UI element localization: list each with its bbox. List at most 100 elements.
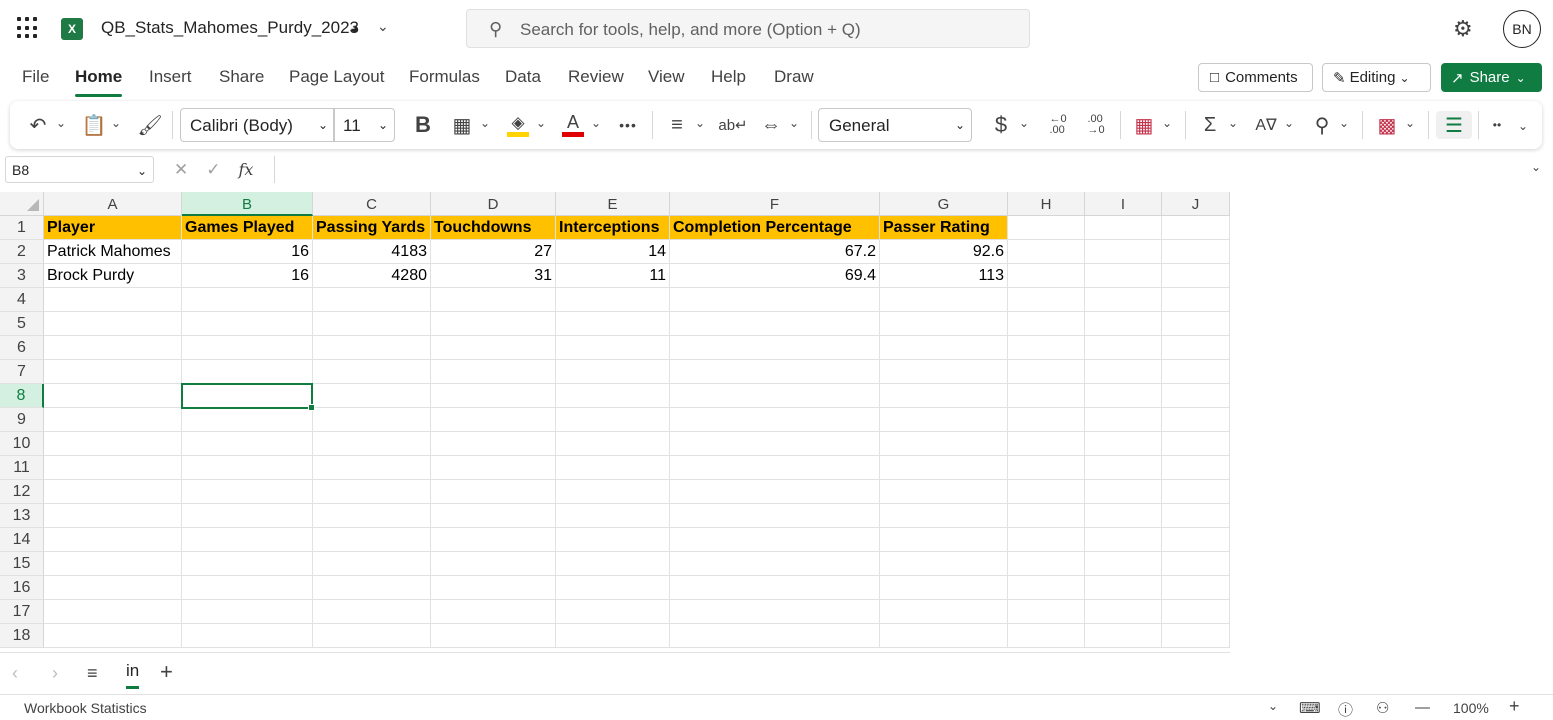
ribbon-collapse-chevron-icon[interactable]: ⌄ [1518,119,1528,133]
cell-j15[interactable] [1162,552,1230,576]
cancel-x-icon[interactable]: ✕ [174,160,188,180]
cell-j5[interactable] [1162,312,1230,336]
cell-i5[interactable] [1085,312,1162,336]
cell-i9[interactable] [1085,408,1162,432]
borders-icon[interactable]: ▦ [450,111,474,139]
cell-j14[interactable] [1162,528,1230,552]
cell-c14[interactable] [313,528,431,552]
tab-insert[interactable]: Insert [149,67,192,87]
cell-f15[interactable] [670,552,880,576]
cell-g3[interactable]: 113 [880,264,1008,288]
chevron-down-icon[interactable]: ⌄ [1405,116,1415,130]
cell-j17[interactable] [1162,600,1230,624]
column-header-d[interactable]: D [431,192,556,216]
cell-d5[interactable] [431,312,556,336]
fill-color-icon[interactable]: ◈ [506,111,530,139]
cell-c10[interactable] [313,432,431,456]
tab-view[interactable]: View [648,67,685,87]
row-header-14[interactable]: 14 [0,528,44,552]
row-header-8[interactable]: 8 [0,384,44,408]
all-sheets-menu-icon[interactable]: ≡ [87,663,98,684]
tab-formulas[interactable]: Formulas [409,67,480,87]
align-left-icon[interactable]: ≡ [665,111,689,139]
cell-j2[interactable] [1162,240,1230,264]
cell-c3[interactable]: 4280 [313,264,431,288]
merge-cells-icon[interactable]: ⇔ [759,111,783,139]
cell-d6[interactable] [431,336,556,360]
cell-c5[interactable] [313,312,431,336]
cell-b4[interactable] [182,288,313,312]
cell-e13[interactable] [556,504,670,528]
cell-i18[interactable] [1085,624,1162,648]
row-header-4[interactable]: 4 [0,288,44,312]
increase-decimal-icon[interactable]: ←0.00 [1045,111,1071,139]
cell-b8[interactable] [182,384,313,408]
cell-b18[interactable] [182,624,313,648]
cell-f6[interactable] [670,336,880,360]
zoom-level[interactable]: 100% [1453,700,1489,716]
cell-e3[interactable]: 11 [556,264,670,288]
cell-e5[interactable] [556,312,670,336]
cell-i8[interactable] [1085,384,1162,408]
cell-a14[interactable] [44,528,182,552]
cell-h8[interactable] [1008,384,1085,408]
cell-d13[interactable] [431,504,556,528]
keyboard-icon[interactable]: ⌨ [1299,699,1321,717]
cell-i1[interactable] [1085,216,1162,240]
cell-i2[interactable] [1085,240,1162,264]
chevron-down-icon[interactable]: ⌄ [1268,699,1278,713]
cell-j18[interactable] [1162,624,1230,648]
tab-page-layout[interactable]: Page Layout [289,67,384,87]
column-header-j[interactable]: J [1162,192,1230,216]
sort-filter-icon[interactable]: A∇ [1254,111,1278,139]
cell-b1[interactable]: Games Played [182,216,313,240]
spreadsheet-grid[interactable]: A B C D E F G H I J 1 Player Games Played Passing Yar… [0,192,1230,652]
conditional-formatting-icon[interactable]: ▦ [1132,111,1156,139]
autosum-icon[interactable]: Σ [1198,111,1222,139]
cell-b2[interactable]: 16 [182,240,313,264]
cell-g14[interactable] [880,528,1008,552]
cell-d18[interactable] [431,624,556,648]
font-size-select[interactable]: 11 ⌄ [333,108,395,142]
more-font-options-icon[interactable]: ••• [614,111,642,139]
row-header-1[interactable]: 1 [0,216,44,240]
cell-a16[interactable] [44,576,182,600]
cell-h14[interactable] [1008,528,1085,552]
tab-share[interactable]: Share [219,67,264,87]
cell-a15[interactable] [44,552,182,576]
cell-b15[interactable] [182,552,313,576]
cell-h2[interactable] [1008,240,1085,264]
cell-g7[interactable] [880,360,1008,384]
chevron-down-icon[interactable]: ⌄ [111,116,121,130]
chevron-down-icon[interactable]: ⌄ [1339,116,1349,130]
cell-d4[interactable] [431,288,556,312]
cell-h7[interactable] [1008,360,1085,384]
autosave-status-icon[interactable]: ◕ [350,20,367,37]
editing-mode-button[interactable]: ✎ Editing ⌄ [1322,63,1431,92]
chevron-down-icon[interactable]: ⌄ [1162,116,1172,130]
search-box[interactable]: ⚲ Search for tools, help, and more (Opti… [466,9,1030,48]
zoom-out-icon[interactable]: — [1415,699,1430,716]
row-header-11[interactable]: 11 [0,456,44,480]
cell-j16[interactable] [1162,576,1230,600]
cell-e8[interactable] [556,384,670,408]
cell-d14[interactable] [431,528,556,552]
cell-b5[interactable] [182,312,313,336]
zoom-in-icon[interactable]: + [1509,696,1520,717]
cell-a2[interactable]: Patrick Mahomes [44,240,182,264]
cell-g18[interactable] [880,624,1008,648]
cell-e7[interactable] [556,360,670,384]
cell-c9[interactable] [313,408,431,432]
chevron-down-icon[interactable]: ⌄ [1228,116,1238,130]
cell-j8[interactable] [1162,384,1230,408]
cell-c7[interactable] [313,360,431,384]
cell-g16[interactable] [880,576,1008,600]
row-header-18[interactable]: 18 [0,624,44,648]
cell-a7[interactable] [44,360,182,384]
cell-g4[interactable] [880,288,1008,312]
cell-i13[interactable] [1085,504,1162,528]
cell-e4[interactable] [556,288,670,312]
cell-b14[interactable] [182,528,313,552]
cell-d10[interactable] [431,432,556,456]
column-header-c[interactable]: C [313,192,431,216]
